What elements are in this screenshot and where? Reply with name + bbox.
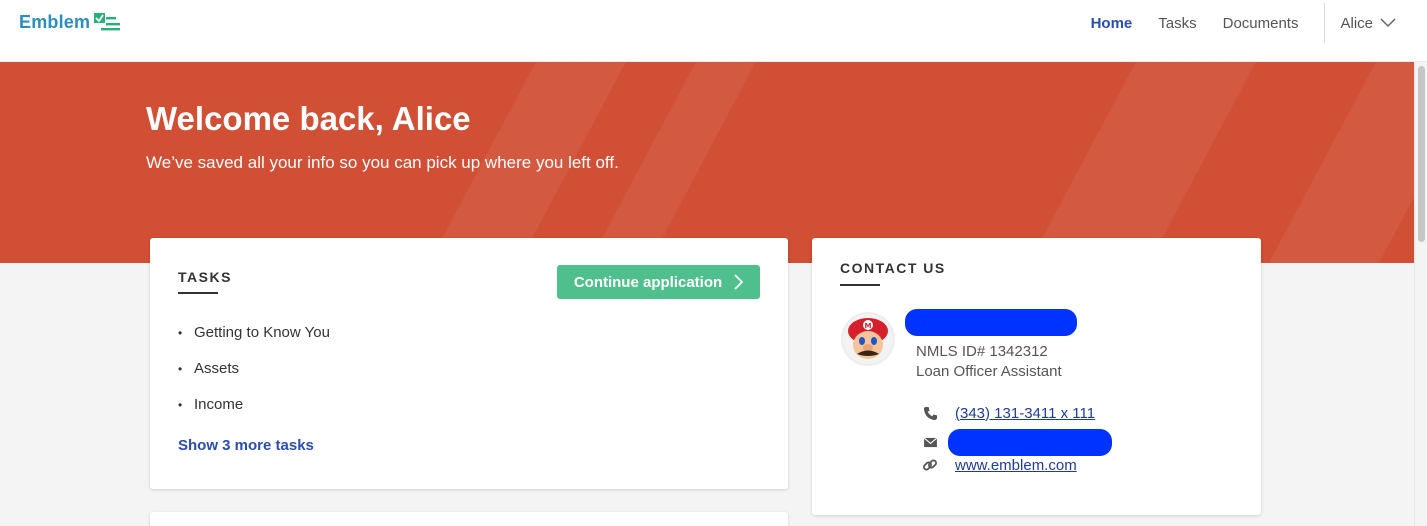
redacted-email [948,429,1112,456]
logo-mark-icon [94,13,121,31]
phone-row: (343) 131-3411 x 111 [920,404,1095,422]
link-icon [920,456,940,474]
top-navigation-bar: Emblem Home Tasks Documents Alice [0,0,1427,62]
banner-decoration [1258,62,1414,263]
contact-card: CONTACT US M NMLS ID# 1342312 Loan Offic… [812,238,1261,515]
nmls-id: NMLS ID# 1342312 [916,343,1048,360]
list-item[interactable]: • Assets [178,360,330,396]
phone-icon [920,404,940,422]
scroll-thumb[interactable] [1418,66,1425,242]
welcome-subtitle: We’ve saved all your info so you can pic… [146,153,619,172]
website-link[interactable]: www.emblem.com [955,457,1077,474]
heading-underline [840,284,880,286]
continue-application-button[interactable]: Continue application [557,265,760,299]
logo-text: Emblem [19,11,91,32]
heading-underline [178,292,218,294]
tasks-heading: TASKS [178,269,232,285]
website-row: www.emblem.com [920,456,1077,474]
welcome-title: Welcome back, Alice [146,100,471,137]
list-item[interactable]: • Getting to Know You [178,324,330,360]
user-name: Alice [1340,14,1373,32]
show-more-tasks-link[interactable]: Show 3 more tasks [178,437,314,454]
task-label: Income [194,396,244,413]
chevron-down-icon [1380,18,1396,28]
main-nav: Home Tasks Documents Alice [1091,0,1427,46]
banner-decoration [1018,62,1262,263]
chevron-right-icon [734,274,744,290]
emblem-logo[interactable]: Emblem [19,9,121,35]
welcome-banner: Welcome back, Alice We’ve saved all your… [0,62,1414,263]
avatar: M [841,312,895,366]
tasks-card: TASKS Continue application • Getting to … [150,238,788,489]
nav-divider [1324,3,1326,43]
nav-home[interactable]: Home [1091,15,1133,32]
nav-tasks[interactable]: Tasks [1158,15,1196,32]
contact-role: Loan Officer Assistant [916,363,1062,380]
list-item[interactable]: • Income [178,396,330,432]
email-row [920,429,1112,456]
nav-documents[interactable]: Documents [1223,15,1299,32]
task-label: Getting to Know You [194,324,330,341]
task-label: Assets [194,360,240,377]
contact-heading: CONTACT US [840,260,946,276]
redacted-name [905,309,1077,336]
mario-avatar-icon: M [843,314,893,364]
svg-text:M: M [865,322,872,330]
envelope-icon [920,434,940,452]
next-card [150,512,788,526]
phone-link[interactable]: (343) 131-3411 x 111 [955,405,1095,422]
user-menu[interactable]: Alice [1340,15,1397,32]
page-scrollbar[interactable] [1414,62,1427,526]
task-list: • Getting to Know You • Assets • Income [178,324,330,432]
continue-label: Continue application [573,273,723,291]
